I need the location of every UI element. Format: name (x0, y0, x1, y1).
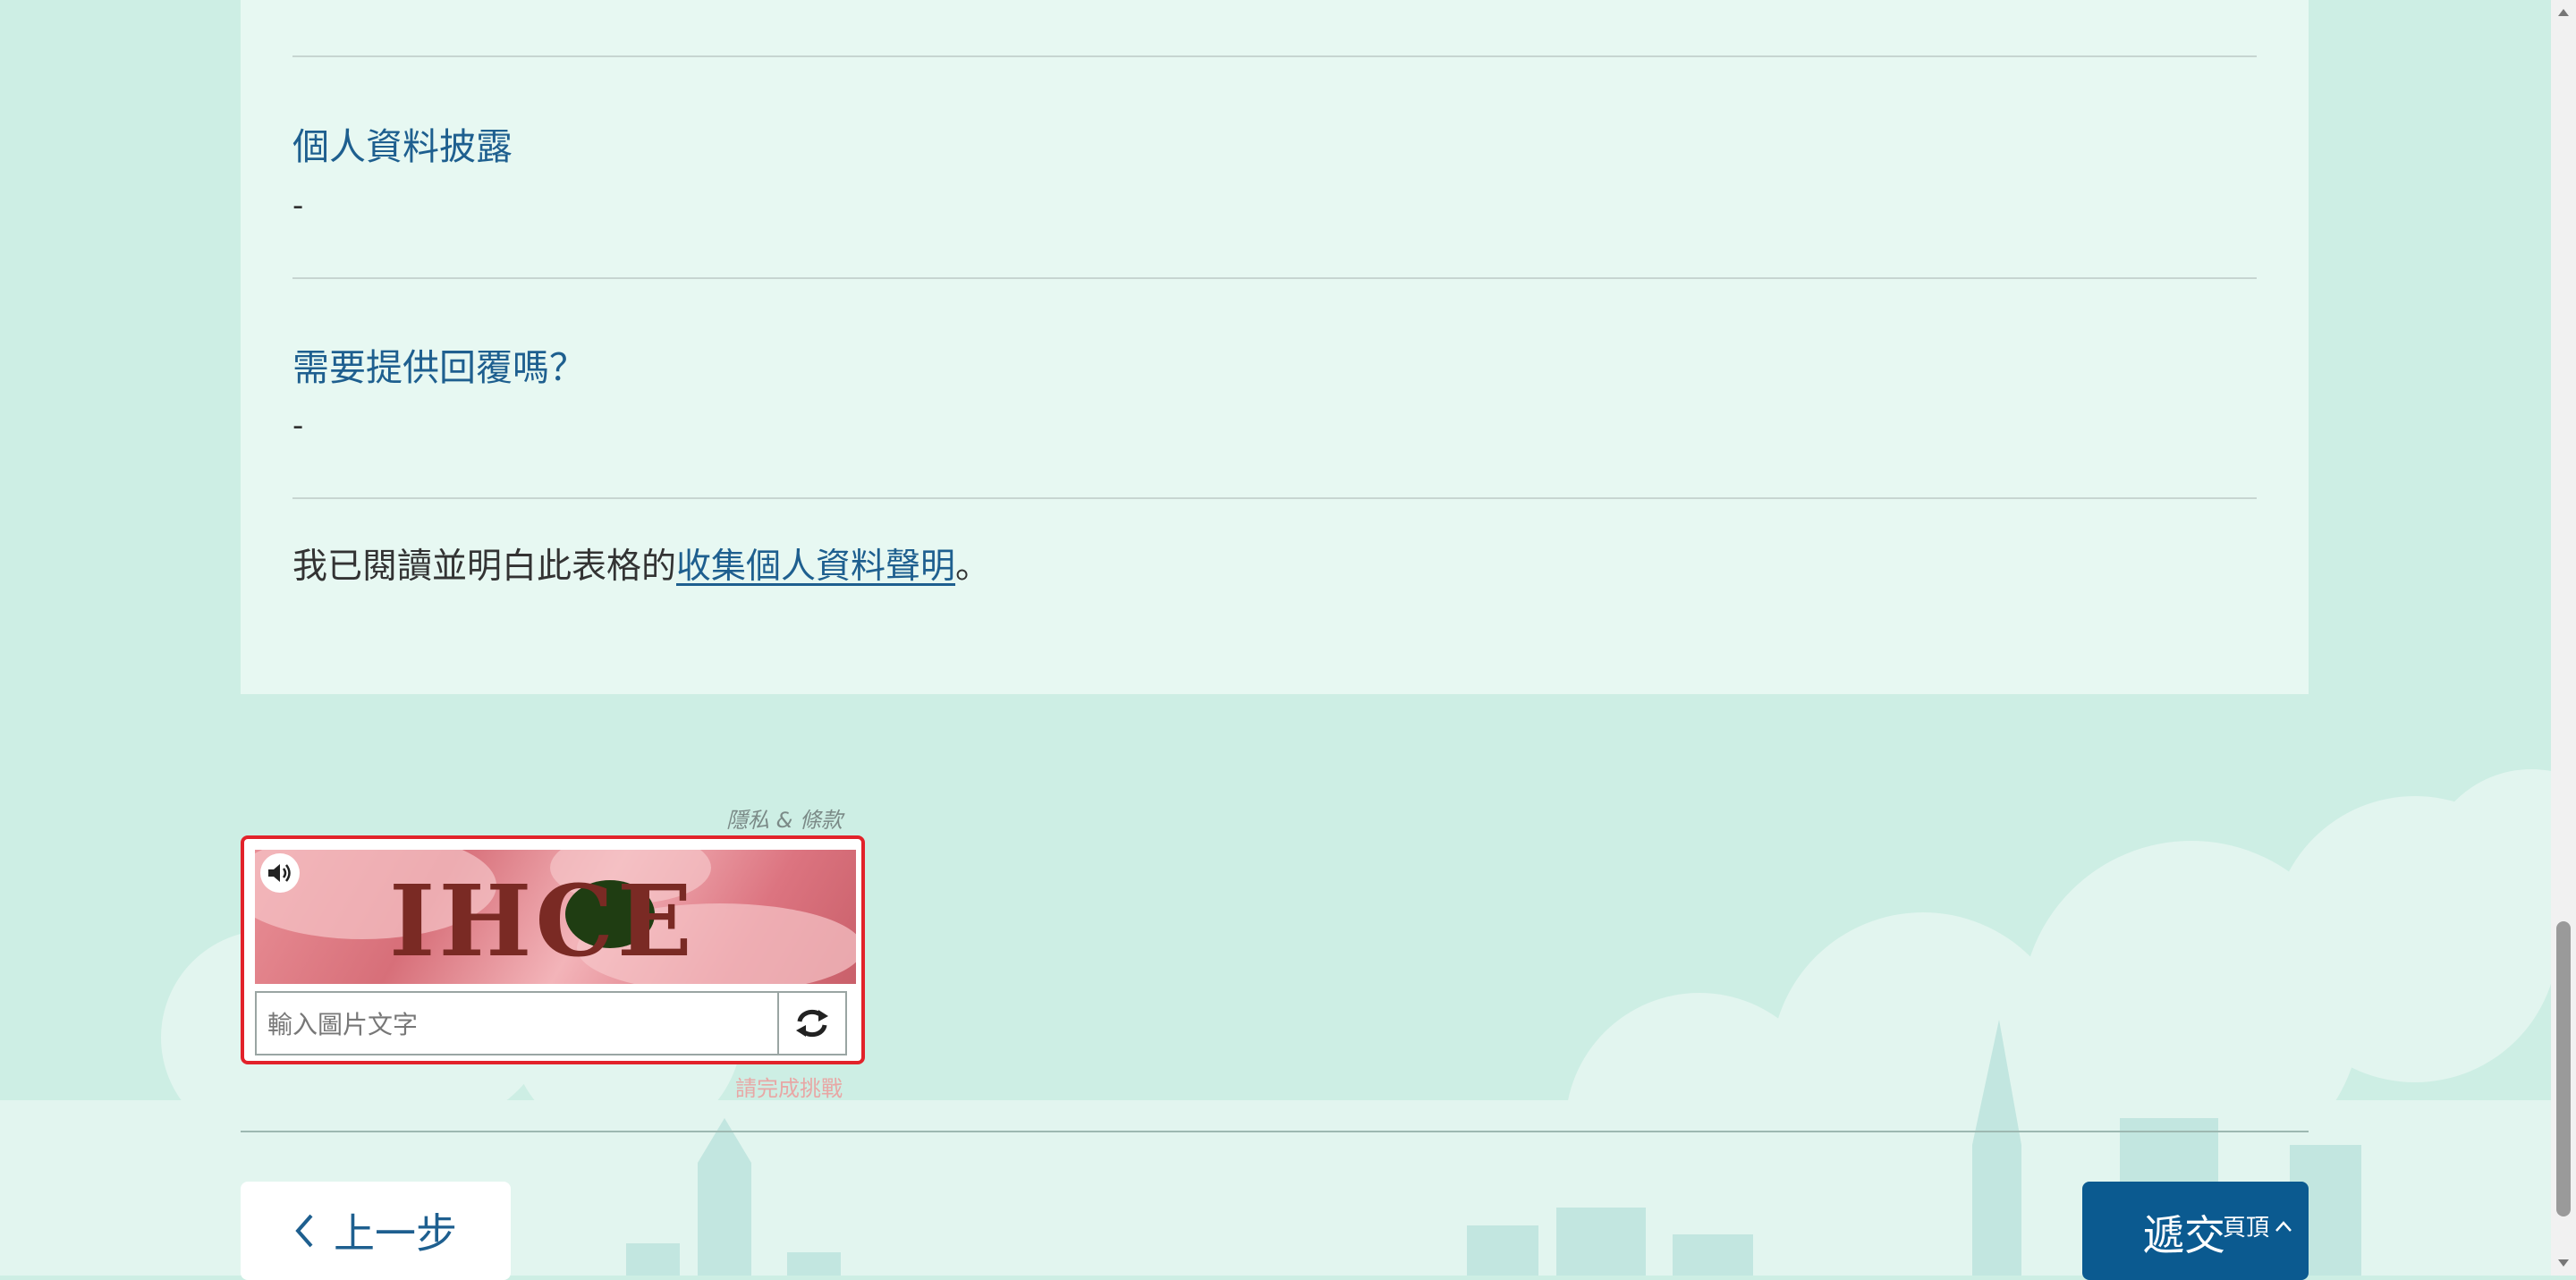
captcha-audio-button[interactable] (260, 853, 300, 893)
submit-label: 遞交 (2143, 1211, 2225, 1259)
captcha-image: IHCE (255, 850, 856, 984)
refresh-icon (796, 1009, 828, 1038)
section-title-reply-required: 需要提供回覆嗎？ (292, 346, 586, 389)
chevron-up-icon (2275, 1220, 2292, 1232)
previous-step-button[interactable]: 上一步 (241, 1182, 511, 1280)
scrollbar-thumb[interactable] (2556, 921, 2571, 1216)
speaker-icon (268, 864, 291, 882)
captcha-text-input[interactable]: 輸入圖片文字 (255, 991, 779, 1055)
divider (292, 497, 2257, 499)
declaration-suffix: 。 (955, 547, 991, 587)
back-to-top-label: 頁頂 (2223, 1215, 2270, 1242)
captcha-refresh-button[interactable] (779, 991, 847, 1055)
back-to-top-button[interactable]: 頁頂 (2223, 1209, 2292, 1242)
scroll-down-arrow-icon[interactable] (2551, 1250, 2576, 1276)
scroll-up-arrow-icon[interactable] (2551, 0, 2576, 25)
captcha-image-graphic: IHCE (255, 850, 856, 984)
footer-divider (241, 1131, 2309, 1132)
section-value-reply-required: - (292, 408, 304, 444)
page-scrollbar[interactable] (2551, 0, 2576, 1276)
declaration-prefix: 我已閱讀並明白此表格的 (292, 547, 677, 587)
captcha-image-text: IHCE (389, 863, 696, 979)
chevron-left-icon (295, 1214, 313, 1248)
captcha-widget: IHCE 輸入圖片文字 (241, 835, 865, 1064)
previous-step-label: 上一步 (334, 1209, 457, 1258)
personal-data-statement-link[interactable]: 收集個人資料聲明 (676, 547, 955, 587)
declaration-text: 我已閱讀並明白此表格的收集個人資料聲明。 (292, 538, 990, 589)
captcha-error-message: 請完成挑戰 (735, 1076, 843, 1101)
captcha-input-placeholder: 輸入圖片文字 (267, 1010, 419, 1039)
divider (292, 55, 2257, 57)
captcha-privacy-terms-link[interactable]: 隱私 & 條款 (726, 802, 843, 834)
divider (292, 277, 2257, 279)
section-title-personal-data-disclosure: 個人資料披露 (292, 125, 513, 168)
form-review-card: 個人資料披露 - 需要提供回覆嗎？ - 我已閱讀並明白此表格的收集個人資料聲明。 (241, 0, 2309, 694)
section-value-personal-data-disclosure: - (292, 188, 304, 224)
